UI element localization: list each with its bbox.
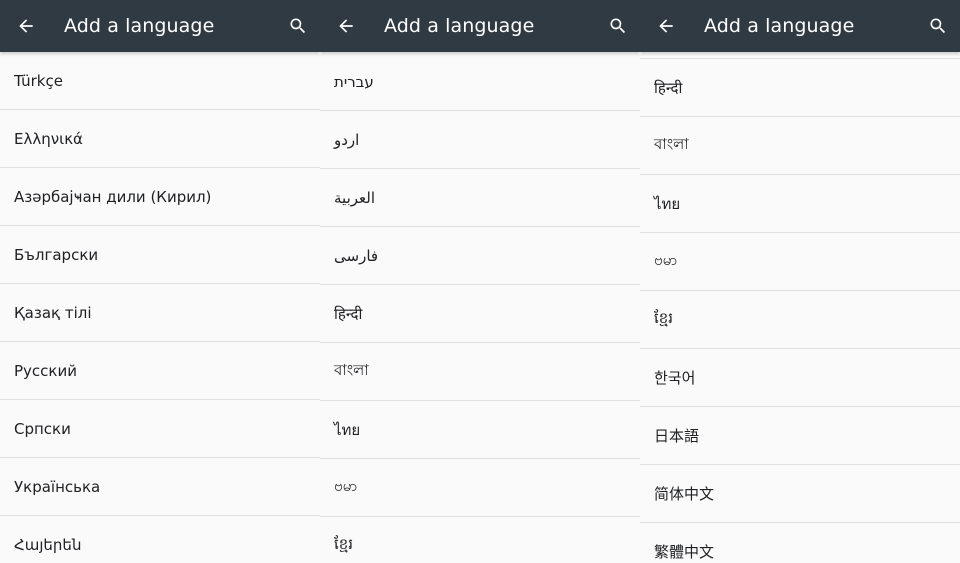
- arrow-back-icon: [336, 16, 356, 36]
- language-item-label: Ελληνικά: [14, 129, 83, 148]
- language-item[interactable]: فارسی: [320, 227, 640, 285]
- language-item-label: हिन्दी: [654, 78, 683, 97]
- language-item[interactable]: 繁體中文: [640, 523, 960, 563]
- language-item-label: עברית: [334, 72, 374, 91]
- search-button[interactable]: [276, 0, 320, 52]
- language-item[interactable]: Српски: [0, 400, 320, 458]
- language-item[interactable]: Български: [0, 226, 320, 284]
- language-item[interactable]: 한국어: [640, 349, 960, 407]
- language-item-label: ဗမာ: [654, 250, 678, 269]
- screens-frame: Add a language Türkçe Ελληνικά Азәрбајҹа…: [0, 0, 960, 563]
- language-item-label: اردو: [334, 130, 360, 149]
- language-picker-screen-1: Add a language Türkçe Ελληνικά Азәрбајҹа…: [0, 0, 320, 563]
- app-bar: Add a language: [0, 0, 320, 52]
- app-bar: Add a language: [320, 0, 640, 52]
- language-item-label: العربية: [334, 188, 375, 207]
- language-item[interactable]: বাংলা: [640, 117, 960, 175]
- language-list: עברית اردو العربية فارسی हिन्दी বাংলা ไท…: [320, 53, 640, 563]
- language-item[interactable]: Русский: [0, 342, 320, 400]
- language-picker-screen-3: Add a language हिन्दी বাংলা ไทย ဗမာ ខ្មែ…: [640, 0, 960, 563]
- language-item-label: Азәрбајҹан дили (Кирил): [14, 187, 212, 206]
- language-item-label: বাংলা: [334, 361, 369, 379]
- language-item-label: Български: [14, 245, 99, 264]
- language-item[interactable]: हिन्दी: [640, 58, 960, 117]
- language-item[interactable]: ဗမာ: [640, 233, 960, 291]
- language-item[interactable]: Türkçe: [0, 52, 320, 110]
- language-item[interactable]: Українська: [0, 458, 320, 516]
- language-item[interactable]: Հայերեն: [0, 516, 320, 563]
- back-button[interactable]: [4, 0, 48, 52]
- language-item-label: ខ្មែរ: [334, 534, 354, 553]
- language-list: हिन्दी বাংলা ไทย ဗမာ ខ្មែរ 한국어 日本語 简体中文 …: [640, 58, 960, 563]
- language-item[interactable]: ខ្មែរ: [320, 517, 640, 563]
- language-item-label: Türkçe: [14, 71, 63, 90]
- language-item-label: 繁體中文: [654, 543, 715, 561]
- app-bar: Add a language: [640, 0, 960, 52]
- language-item[interactable]: Ελληνικά: [0, 110, 320, 168]
- language-item-label: বাংলা: [654, 135, 689, 153]
- language-item[interactable]: 简体中文: [640, 465, 960, 523]
- language-item-label: ဗမာ: [334, 476, 358, 495]
- language-item-label: Українська: [14, 477, 101, 496]
- language-item-label: Қазақ тілі: [14, 303, 92, 322]
- language-item-label: 한국어: [654, 369, 696, 387]
- page-title: Add a language: [384, 15, 535, 37]
- language-item[interactable]: עברית: [320, 53, 640, 111]
- language-item-label: Српски: [14, 419, 71, 438]
- language-item-label: Հայերեն: [14, 535, 82, 554]
- language-item-label: ខ្មែរ: [654, 308, 674, 327]
- language-item[interactable]: ไทย: [320, 401, 640, 459]
- language-item-label: हिन्दी: [334, 304, 363, 323]
- search-icon: [928, 16, 948, 36]
- language-item[interactable]: Қазақ тілі: [0, 284, 320, 342]
- search-icon: [288, 16, 308, 36]
- language-item[interactable]: اردو: [320, 111, 640, 169]
- language-item[interactable]: বাংলা: [320, 343, 640, 401]
- language-list: Türkçe Ελληνικά Азәрбајҹан дили (Кирил) …: [0, 52, 320, 563]
- language-item-label: فارسی: [334, 246, 379, 265]
- language-item[interactable]: हिन्दी: [320, 285, 640, 343]
- language-item-label: Русский: [14, 361, 77, 380]
- back-button[interactable]: [644, 0, 688, 52]
- language-item[interactable]: العربية: [320, 169, 640, 227]
- language-item[interactable]: ខ្មែរ: [640, 291, 960, 349]
- arrow-back-icon: [656, 16, 676, 36]
- language-item-label: ไทย: [654, 194, 681, 213]
- language-item[interactable]: 日本語: [640, 407, 960, 465]
- page-title: Add a language: [704, 15, 855, 37]
- language-picker-screen-2: Add a language עברית اردو العربية فارسی …: [320, 0, 640, 563]
- back-button[interactable]: [324, 0, 368, 52]
- search-button[interactable]: [596, 0, 640, 52]
- language-item[interactable]: Азәрбајҹан дили (Кирил): [0, 168, 320, 226]
- language-item-label: 日本語: [654, 427, 700, 445]
- page-title: Add a language: [64, 15, 215, 37]
- search-button[interactable]: [916, 0, 960, 52]
- search-icon: [608, 16, 628, 36]
- language-item-label: 简体中文: [654, 485, 715, 503]
- language-item-label: ไทย: [334, 420, 361, 439]
- arrow-back-icon: [16, 16, 36, 36]
- language-item[interactable]: ไทย: [640, 175, 960, 233]
- language-item[interactable]: ဗမာ: [320, 459, 640, 517]
